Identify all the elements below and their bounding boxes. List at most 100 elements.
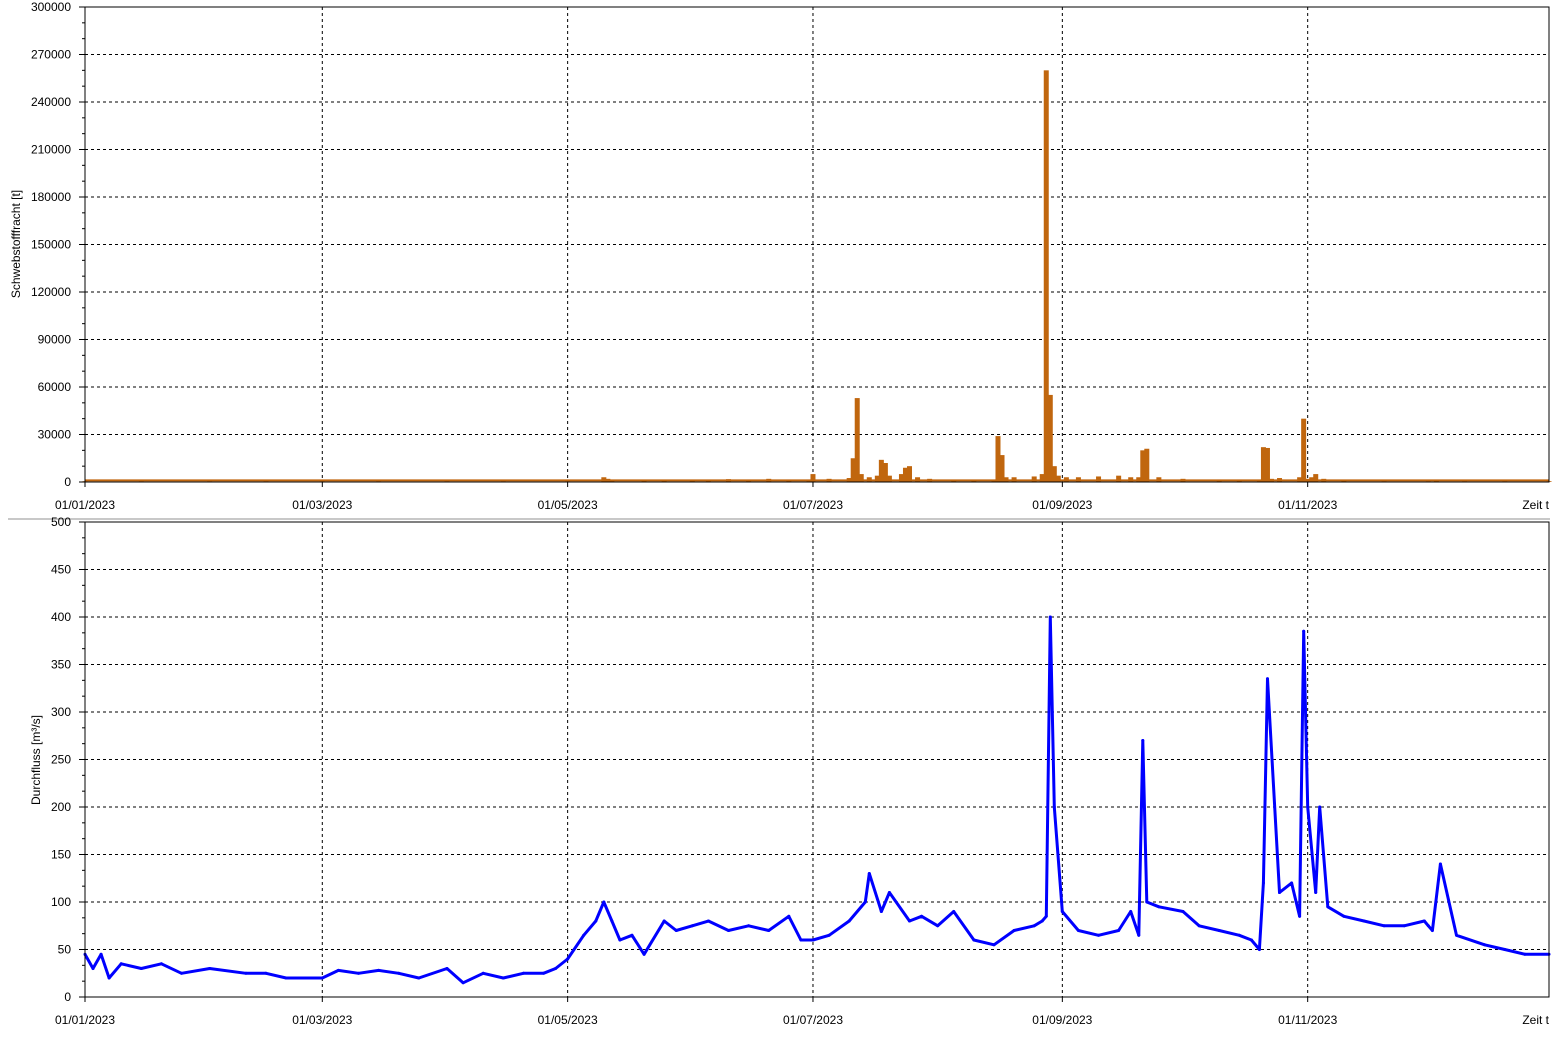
- discharge-x-axis-title: Zeit t: [1522, 1013, 1549, 1027]
- discharge-point: [208, 967, 212, 970]
- discharge-point: [1012, 929, 1016, 932]
- discharge-point: [908, 919, 912, 923]
- discharge-point: [264, 971, 268, 975]
- discharge-point: [1141, 739, 1145, 742]
- discharge-point: [1237, 933, 1241, 937]
- discharge-point: [1503, 948, 1507, 951]
- discharge-point: [662, 919, 666, 923]
- sediment-y-tick-label: 30000: [38, 428, 72, 442]
- discharge-grid: [85, 522, 1549, 997]
- discharge-point: [1362, 919, 1366, 923]
- discharge-point: [690, 924, 694, 928]
- discharge-point: [1426, 924, 1430, 928]
- discharge-point: [284, 976, 288, 980]
- discharge-line-group: [83, 615, 1551, 985]
- discharge-point: [320, 976, 324, 980]
- sediment-bar: [1156, 477, 1162, 482]
- discharge-point: [847, 919, 851, 923]
- sediment-x-tick-label: 01/11/2023: [1278, 498, 1337, 512]
- discharge-point: [747, 924, 751, 928]
- sediment-y-tick-label: 270000: [31, 48, 71, 62]
- chart-canvas: 0 30000 60000 90000 120000 150000 180000 210000…: [8, 0, 1552, 1027]
- discharge-point: [461, 981, 465, 985]
- sediment-bar: [1116, 475, 1122, 482]
- sediment-bar: [915, 477, 921, 482]
- discharge-point: [618, 938, 622, 942]
- discharge-y-tick-label: 150: [51, 848, 71, 862]
- discharge-point: [1048, 615, 1052, 619]
- discharge-point: [1217, 929, 1221, 932]
- discharge-point: [554, 967, 558, 970]
- discharge-point: [1290, 881, 1294, 885]
- sediment-y-tick-label: 90000: [38, 333, 72, 347]
- discharge-point: [867, 872, 871, 875]
- discharge-point: [1318, 805, 1322, 809]
- discharge-point: [1278, 891, 1282, 894]
- discharge-point: [99, 952, 103, 956]
- sediment-y-tick-label: 0: [64, 475, 71, 489]
- sediment-y-tick-label: 60000: [38, 380, 72, 394]
- discharge-y-tick-label: 250: [51, 753, 71, 767]
- sediment-bar: [1264, 447, 1270, 482]
- discharge-point: [1117, 929, 1121, 932]
- discharge-point: [1032, 924, 1036, 928]
- sediment-x-tick-label: 01/01/2023: [55, 498, 115, 512]
- discharge-point: [119, 962, 123, 966]
- discharge-point: [920, 914, 924, 918]
- sediment-y-tick-label: 300000: [31, 0, 71, 14]
- discharge-point: [1157, 905, 1161, 909]
- sediment-bar: [1011, 477, 1017, 482]
- discharge-point: [887, 891, 891, 894]
- sediment-bar: [1055, 475, 1061, 482]
- discharge-y-tick-label: 500: [51, 515, 71, 529]
- discharge-x-tick-label: 01/01/2023: [55, 1013, 115, 1027]
- sediment-bar: [1096, 476, 1102, 482]
- discharge-point: [1298, 914, 1302, 918]
- sediment-bar: [1031, 476, 1037, 482]
- sediment-bar: [1301, 418, 1307, 482]
- discharge-point: [767, 929, 771, 932]
- discharge-y-tick-label: 450: [51, 563, 71, 577]
- discharge-point: [674, 929, 678, 932]
- sediment-y-tick-label: 240000: [31, 95, 71, 109]
- sediment-bar: [1277, 478, 1283, 482]
- sediment-y-ticks: 0 30000 60000 90000 120000 150000 180000 210000…: [31, 0, 85, 489]
- discharge-point: [630, 933, 634, 937]
- discharge-point: [1097, 933, 1101, 937]
- discharge-point: [159, 962, 163, 966]
- discharge-point: [972, 938, 976, 942]
- discharge-point: [1326, 905, 1330, 909]
- discharge-y-tick-label: 200: [51, 800, 71, 814]
- discharge-point: [827, 933, 831, 937]
- sediment-grid: [85, 7, 1549, 482]
- discharge-point: [602, 900, 606, 904]
- discharge-point: [1044, 914, 1048, 918]
- discharge-point: [879, 910, 883, 913]
- sediment-bars: [82, 70, 1552, 482]
- discharge-point: [1249, 938, 1253, 942]
- discharge-point: [1181, 910, 1185, 913]
- discharge-point: [1454, 933, 1458, 937]
- discharge-point: [787, 914, 791, 918]
- discharge-point: [1306, 805, 1310, 809]
- discharge-y-tick-label: 350: [51, 658, 71, 672]
- sediment-bar: [1063, 477, 1069, 482]
- sediment-y-axis-title: Schwebstofffracht [t]: [9, 190, 23, 298]
- sediment-bar: [810, 474, 816, 482]
- sediment-y-tick-label: 180000: [31, 190, 71, 204]
- discharge-point: [1261, 881, 1265, 885]
- sediment-x-tick-label: 01/07/2023: [783, 498, 843, 512]
- discharge-point: [1052, 805, 1056, 809]
- discharge-x-tick-label: 01/09/2023: [1032, 1013, 1092, 1027]
- sediment-bar: [1075, 477, 1081, 482]
- discharge-x-tick-label: 01/03/2023: [292, 1013, 352, 1027]
- discharge-point: [1040, 919, 1044, 923]
- sediment-x-tick-label: 01/09/2023: [1032, 498, 1092, 512]
- discharge-point: [107, 976, 111, 980]
- discharge-point: [139, 967, 143, 970]
- discharge-point: [521, 971, 525, 975]
- discharge-x-tick-label: 01/07/2023: [783, 1013, 843, 1027]
- discharge-point: [1302, 629, 1306, 633]
- discharge-point: [727, 929, 731, 932]
- sediment-y-tick-label: 150000: [31, 238, 71, 252]
